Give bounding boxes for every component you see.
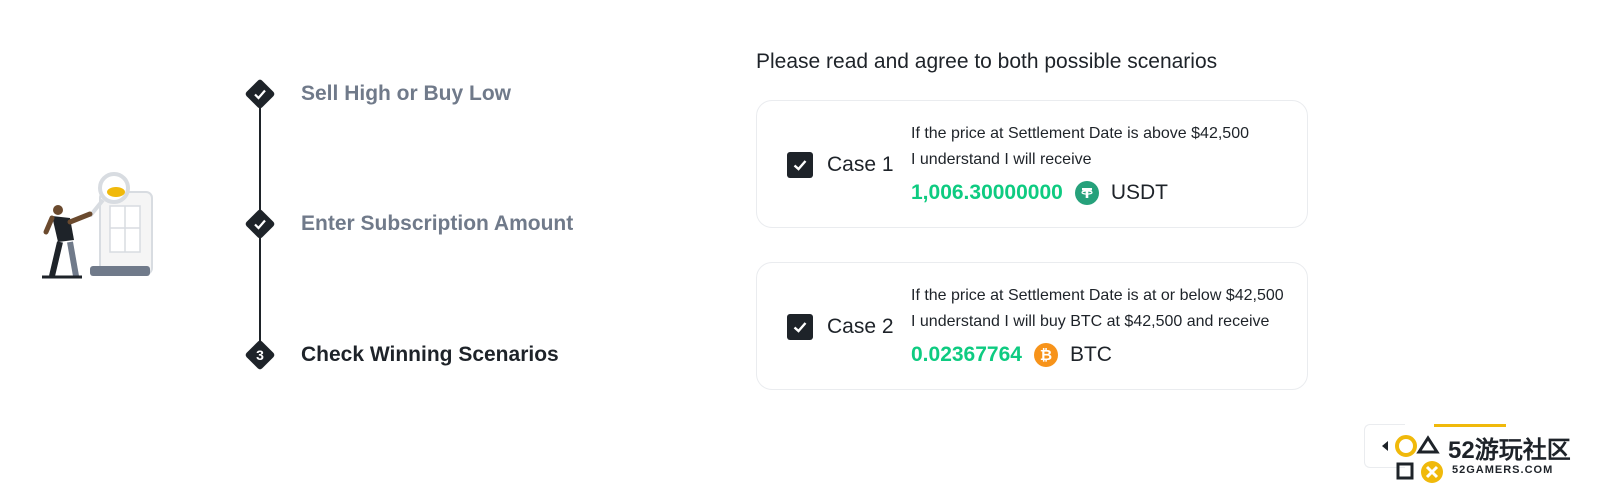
step-number: 3 bbox=[256, 347, 264, 363]
case-condition: If the price at Settlement Date is at or… bbox=[911, 287, 1284, 304]
case-amount-row: 1,006.30000000 USDT bbox=[911, 179, 1168, 207]
step-label: Enter Subscription Amount bbox=[301, 212, 574, 235]
step-marker bbox=[244, 208, 276, 240]
check-icon bbox=[793, 322, 807, 333]
watermark-subtitle: 52GAMERS.COM bbox=[1452, 464, 1554, 476]
check-icon bbox=[254, 219, 266, 230]
case-outcome: I understand I will receive bbox=[911, 151, 1092, 168]
check-icon bbox=[793, 160, 807, 171]
gamepad-symbols-icon bbox=[1395, 435, 1443, 483]
step-label: Sell High or Buy Low bbox=[301, 82, 512, 105]
scenario-card-case-1: Case 1 If the price at Settlement Date i… bbox=[756, 100, 1308, 228]
step-check-winning-scenarios: 3 Check Winning Scenarios bbox=[244, 339, 559, 371]
progress-stepper: Sell High or Buy Low Enter Subscription … bbox=[244, 78, 705, 378]
coin-name: BTC bbox=[1069, 343, 1112, 366]
watermark-logo: 52游玩社区 52GAMERS.COM bbox=[1392, 424, 1597, 484]
case-amount: 0.02367764 bbox=[911, 343, 1022, 366]
case-label: Case 2 bbox=[827, 315, 894, 338]
check-icon bbox=[254, 89, 266, 100]
caret-left-icon bbox=[1382, 441, 1388, 451]
coin-name: USDT bbox=[1110, 181, 1168, 204]
step-marker: 3 bbox=[244, 339, 276, 371]
step-label: Check Winning Scenarios bbox=[301, 343, 559, 366]
step-marker bbox=[244, 78, 276, 110]
watermark-title: 52游玩社区 bbox=[1448, 437, 1571, 464]
case-label: Case 1 bbox=[827, 153, 894, 176]
scenario-card-case-2: Case 2 If the price at Settlement Date i… bbox=[756, 262, 1308, 390]
bitcoin-icon: ₿ bbox=[1033, 343, 1058, 367]
case-amount-row: 0.02367764 ₿ BTC bbox=[911, 341, 1112, 369]
magnifier-illustration bbox=[40, 170, 175, 282]
logo-accent-bar bbox=[1434, 424, 1506, 427]
case-condition: If the price at Settlement Date is above… bbox=[911, 125, 1249, 142]
step-enter-subscription-amount: Enter Subscription Amount bbox=[244, 208, 574, 240]
tether-icon bbox=[1074, 181, 1099, 205]
case-2-checkbox[interactable] bbox=[787, 314, 813, 340]
step-sell-high-buy-low: Sell High or Buy Low bbox=[244, 78, 512, 110]
case-amount: 1,006.30000000 bbox=[911, 181, 1063, 204]
case-outcome: I understand I will buy BTC at $42,500 a… bbox=[911, 313, 1270, 330]
scenarios-heading: Please read and agree to both possible s… bbox=[756, 50, 1218, 73]
case-1-checkbox[interactable] bbox=[787, 152, 813, 178]
